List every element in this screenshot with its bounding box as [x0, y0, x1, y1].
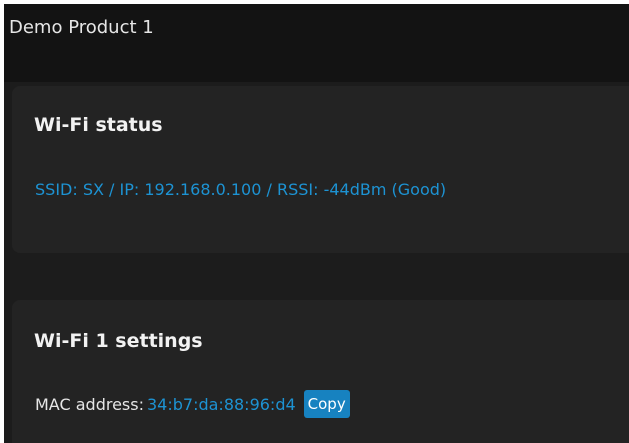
product-title: Demo Product 1: [9, 17, 154, 38]
wifi-status-card: Wi-Fi status SSID: SX / IP: 192.168.0.10…: [12, 86, 629, 253]
mac-address-label: MAC address:: [35, 394, 144, 414]
app-window: Demo Product 1 Wi-Fi status SSID: SX / I…: [4, 4, 629, 443]
mac-address-value: 34:b7:da:88:96:d4: [146, 394, 296, 414]
header-bar: Demo Product 1: [4, 4, 629, 82]
wifi-status-text: SSID: SX / IP: 192.168.0.100 / RSSI: -44…: [35, 180, 447, 199]
copy-mac-button[interactable]: Copy: [303, 390, 350, 418]
wifi1-settings-title: Wi-Fi 1 settings: [34, 330, 203, 352]
wifi1-settings-card: Wi-Fi 1 settings MAC address: 34:b7:da:8…: [12, 300, 629, 443]
wifi-status-title: Wi-Fi status: [34, 114, 163, 136]
mac-address-row: MAC address: 34:b7:da:88:96:d4 Copy: [35, 388, 350, 420]
